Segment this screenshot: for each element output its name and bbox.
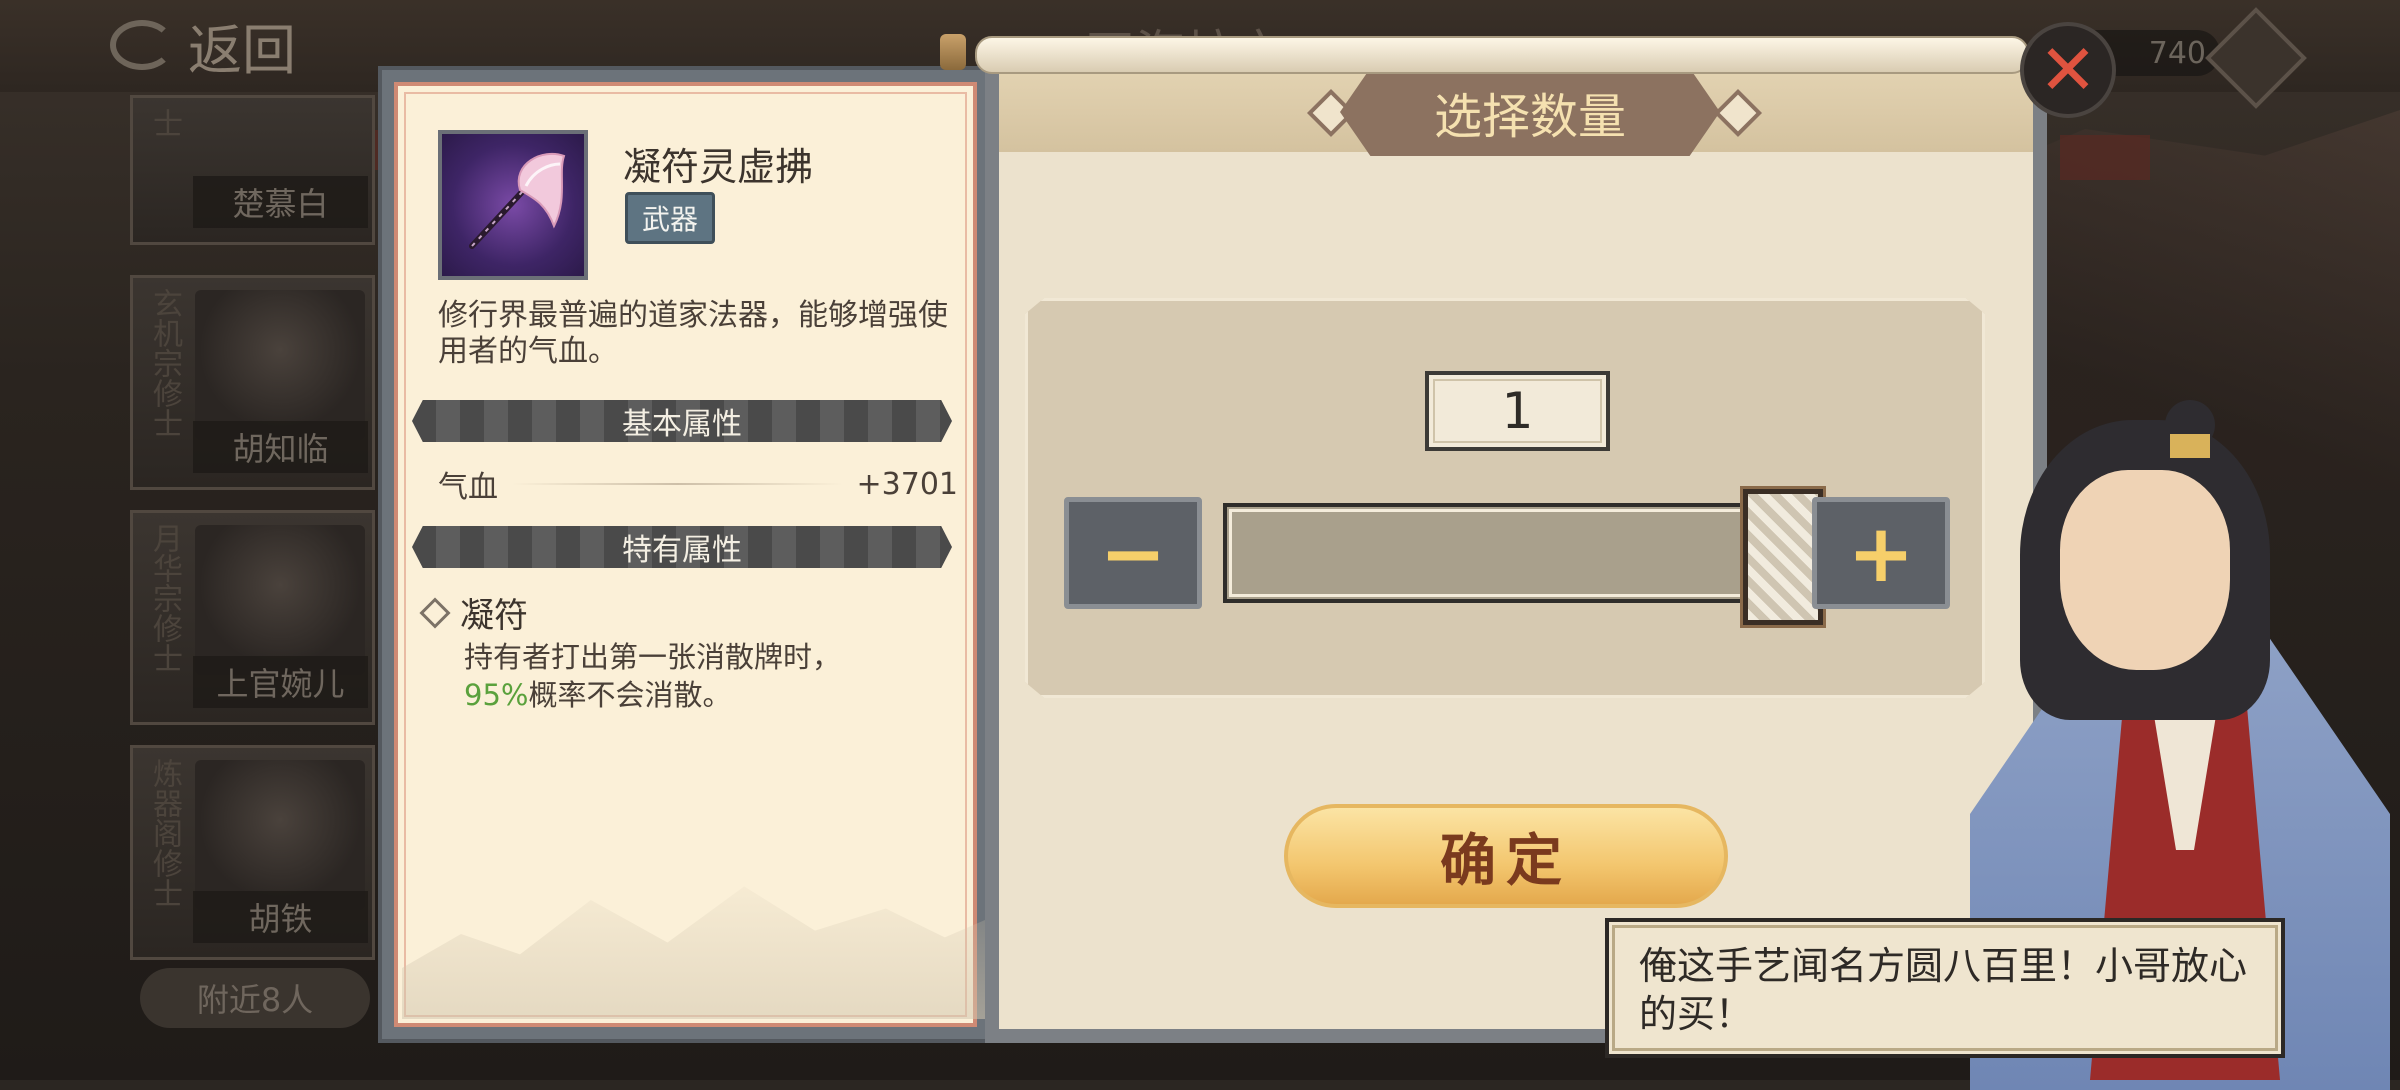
item-name: 凝符灵虚拂 <box>623 145 814 189</box>
item-type-label: 武器 <box>642 203 699 236</box>
skill-percent: 95% <box>464 678 529 712</box>
stat-value: +3701 <box>856 466 958 502</box>
currency-value: 740 <box>2148 35 2206 71</box>
special-attributes-header: 特有属性 <box>412 526 952 568</box>
skill-description: 持有者打出第一张消散牌时， 95%概率不会消散。 <box>464 638 954 714</box>
npc-card[interactable]: 炼器阁修士 胡铁 <box>130 745 375 960</box>
item-description: 修行界最普遍的道家法器，能够增强使用者的气血。 <box>438 298 948 369</box>
npc-name: 上官婉儿 <box>193 656 368 708</box>
decrease-button[interactable]: − <box>1064 497 1202 609</box>
npc-sect-label: 士 <box>147 108 182 138</box>
special-attributes-title: 特有属性 <box>622 533 742 568</box>
mountain-decoration <box>402 886 992 1019</box>
npc-name: 胡铁 <box>193 891 368 943</box>
nearby-count-button[interactable]: 附近8人 <box>140 968 370 1028</box>
npc-name: 胡知临 <box>193 421 368 473</box>
basic-attributes-title: 基本属性 <box>622 407 742 442</box>
background-decor <box>2060 135 2150 180</box>
back-label: 返回 <box>188 18 296 82</box>
close-button[interactable]: ✕ <box>2020 22 2116 118</box>
npc-speech-bubble: 俺这手艺闻名方圆八百里！小哥放心的买！ <box>1605 918 2285 1058</box>
quantity-dialog: 选择数量 1 − + 确定 <box>985 68 2047 1043</box>
npc-card[interactable]: 月华宗修士 上官婉儿 <box>130 510 375 725</box>
npc-portrait <box>195 525 365 675</box>
increase-button[interactable]: + <box>1812 497 1950 609</box>
plus-icon: + <box>1847 506 1915 600</box>
skill-desc-line1: 持有者打出第一张消散牌时， <box>464 640 842 674</box>
quantity-selector: 1 − + <box>1025 298 1985 698</box>
npc-portrait <box>195 760 365 910</box>
quantity-slider-handle[interactable] <box>1740 486 1826 628</box>
skill-name: 凝符 <box>460 596 528 636</box>
npc-sect-label: 炼器阁修士 <box>147 758 182 908</box>
quantity-value: 1 <box>1425 371 1610 451</box>
stat-divider <box>512 483 843 485</box>
npc-speech-text: 俺这手艺闻名方圆八百里！小哥放心的买！ <box>1639 944 2248 1036</box>
npc-card[interactable]: 玄机宗修士 胡知临 <box>130 275 375 490</box>
skill-desc-line2: 概率不会消散。 <box>528 678 732 712</box>
confirm-label: 确定 <box>1440 828 1572 894</box>
dialog-title: 选择数量 <box>1340 68 1720 156</box>
item-detail-panel: 凝符灵虚拂 武器 修行界最普遍的道家法器，能够增强使用者的气血。 基本属性 气血… <box>378 66 993 1043</box>
whisk-icon <box>469 152 566 249</box>
item-type-badge: 武器 <box>625 192 716 244</box>
back-button[interactable]: 返回 <box>110 10 360 82</box>
confirm-button[interactable]: 确定 <box>1284 804 1728 908</box>
minus-icon: − <box>1099 506 1167 600</box>
npc-sect-label: 月华宗修士 <box>147 523 182 673</box>
diamond-bullet-icon <box>419 596 451 629</box>
close-icon: ✕ <box>2038 29 2098 111</box>
quantity-dialog-body: 选择数量 1 − + 确定 <box>999 68 2033 1029</box>
npc-name: 楚慕白 <box>193 176 368 228</box>
scroll-rod <box>975 36 2029 74</box>
item-detail-card: 凝符灵虚拂 武器 修行界最普遍的道家法器，能够增强使用者的气血。 基本属性 气血… <box>394 82 992 1027</box>
item-icon <box>438 130 588 280</box>
npc-card[interactable]: 士 楚慕白 <box>130 95 375 245</box>
basic-attributes-header: 基本属性 <box>412 400 952 442</box>
stat-name: 气血 <box>438 470 498 505</box>
npc-face <box>2060 470 2230 670</box>
scroll-rod-end <box>940 34 966 70</box>
npc-sect-label: 玄机宗修士 <box>147 288 182 438</box>
quantity-slider-track[interactable] <box>1223 503 1783 603</box>
nearby-label: 附近8人 <box>196 981 314 1019</box>
npc-portrait <box>195 290 365 440</box>
stat-row: 气血 +3701 <box>438 464 958 506</box>
skill-title: 凝符 <box>419 588 528 637</box>
npc-side-list: 士 楚慕白 玄机宗修士 胡知临 月华宗修士 上官婉儿 炼器阁修士 胡铁 <box>130 95 375 960</box>
back-arrow-icon <box>110 20 174 70</box>
npc-hair-ornament <box>2170 434 2210 458</box>
